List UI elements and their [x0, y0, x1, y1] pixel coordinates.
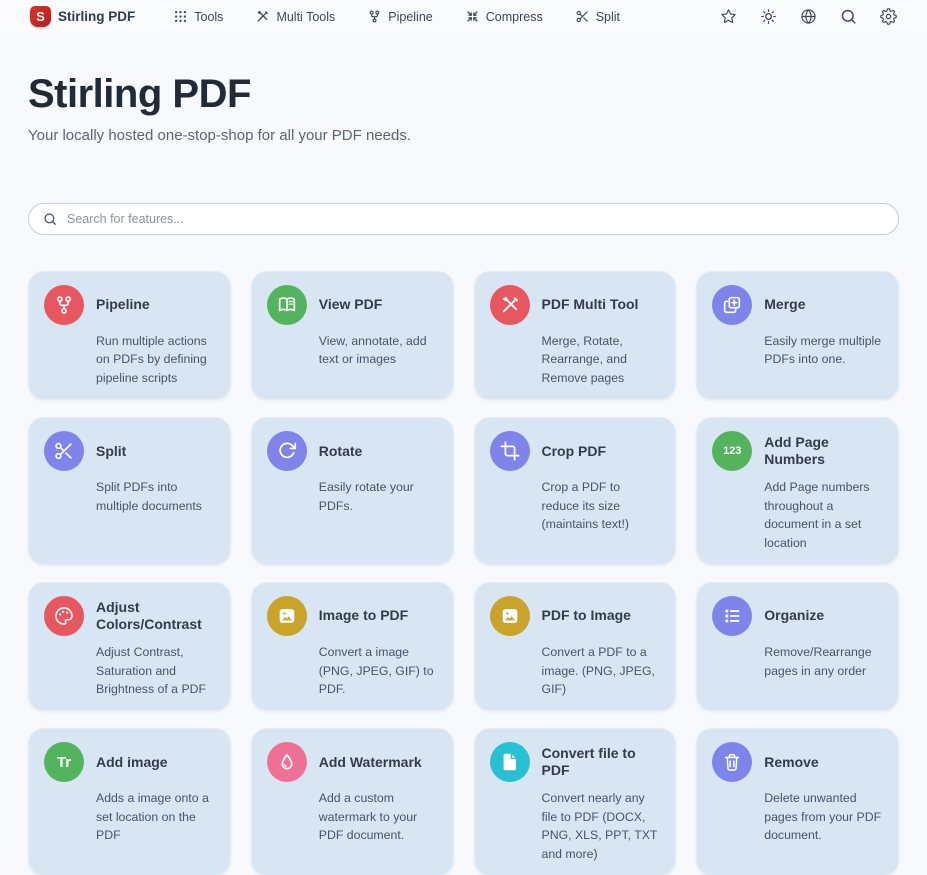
- card-pipeline[interactable]: Pipeline Run multiple actions on PDFs by…: [28, 271, 231, 400]
- feature-card-title: Merge: [764, 296, 883, 314]
- feature-card-title: Convert file to PDF: [542, 745, 661, 780]
- feature-card-description: Remove/Rearrange pages in any order: [764, 643, 883, 680]
- nav-item-multi-tools[interactable]: Multi Tools: [255, 9, 335, 24]
- card-convert-file-to-pdf[interactable]: Convert file to PDF Convert nearly any f…: [474, 728, 677, 875]
- palette-icon: [44, 596, 84, 636]
- card-add-page-numbers[interactable]: 123 Add Page Numbers Add Page numbers th…: [696, 417, 899, 565]
- nav-menu: Tools Multi Tools Pipeline Compress Spli…: [173, 9, 620, 24]
- stirling-logo-icon: S: [30, 6, 51, 27]
- card-image-to-pdf[interactable]: Image to PDF Convert a image (PNG, JPEG,…: [251, 582, 454, 711]
- search-icon: [43, 212, 57, 226]
- feature-card-description: View, annotate, add text or images: [319, 332, 438, 369]
- feature-card-description: Delete unwanted pages from your PDF docu…: [764, 789, 883, 844]
- feature-card-title: Add Page Numbers: [764, 434, 883, 469]
- card-crop-pdf[interactable]: Crop PDF Crop a PDF to reduce its size (…: [474, 417, 677, 565]
- feature-card-description: Easily rotate your PDFs.: [319, 478, 438, 515]
- card-add-watermark[interactable]: Add Watermark Add a custom watermark to …: [251, 728, 454, 875]
- top-navbar: S Stirling PDF Tools Multi Tools Pipelin…: [0, 0, 927, 33]
- nav-item-pipeline[interactable]: Pipeline: [367, 9, 432, 24]
- nav-item-label: Multi Tools: [276, 10, 335, 24]
- language-globe-icon[interactable]: [800, 8, 817, 25]
- feature-card-description: Add a custom watermark to your PDF docum…: [319, 789, 438, 844]
- card-split[interactable]: Split Split PDFs into multiple documents: [28, 417, 231, 565]
- list-icon: [712, 596, 752, 636]
- card-pdf-to-image[interactable]: PDF to Image Convert a PDF to a image. (…: [474, 582, 677, 711]
- card-organize[interactable]: Organize Remove/Rearrange pages in any o…: [696, 582, 899, 711]
- brand-name: Stirling PDF: [58, 9, 135, 24]
- hammer-wrench-icon: [255, 9, 270, 24]
- nav-item-split[interactable]: Split: [575, 9, 620, 24]
- nav-action-icons: [720, 8, 897, 25]
- feature-card-grid: Pipeline Run multiple actions on PDFs by…: [28, 271, 899, 875]
- trash-icon: [712, 742, 752, 782]
- nav-item-compress[interactable]: Compress: [465, 9, 543, 24]
- scissors-icon: [575, 9, 590, 24]
- nav-item-label: Tools: [194, 10, 223, 24]
- numbers-123-icon: 123: [712, 431, 752, 471]
- scissors-icon: [44, 431, 84, 471]
- book-open-icon: [267, 285, 307, 325]
- card-rotate[interactable]: Rotate Easily rotate your PDFs.: [251, 417, 454, 565]
- favourites-star-icon[interactable]: [720, 8, 737, 25]
- image-icon: [267, 596, 307, 636]
- feature-card-title: PDF Multi Tool: [542, 296, 661, 314]
- nav-item-label: Pipeline: [388, 10, 432, 24]
- card-adjust-colors-contrast[interactable]: Adjust Colors/Contrast Adjust Contrast, …: [28, 582, 231, 711]
- feature-card-title: Crop PDF: [542, 443, 661, 461]
- nav-item-tools[interactable]: Tools: [173, 9, 223, 24]
- feature-card-description: Split PDFs into multiple documents: [96, 478, 215, 515]
- crop-icon: [490, 431, 530, 471]
- feature-card-description: Convert a PDF to a image. (PNG, JPEG, GI…: [542, 643, 661, 698]
- settings-gear-icon[interactable]: [880, 8, 897, 25]
- feature-card-description: Adds a image onto a set location on the …: [96, 789, 215, 844]
- feature-card-description: Add Page numbers throughout a document i…: [764, 478, 883, 552]
- nav-item-label: Split: [596, 10, 620, 24]
- feature-card-title: Rotate: [319, 443, 438, 461]
- feature-card-title: Add image: [96, 754, 215, 772]
- main-content: Stirling PDF Your locally hosted one-sto…: [0, 72, 927, 875]
- compress-icon: [465, 9, 480, 24]
- nav-item-label: Compress: [486, 10, 543, 24]
- theme-sun-icon[interactable]: [760, 8, 777, 25]
- card-remove[interactable]: Remove Delete unwanted pages from your P…: [696, 728, 899, 875]
- pipeline-icon: [367, 9, 382, 24]
- file-icon: [490, 742, 530, 782]
- page-subtitle: Your locally hosted one-stop-shop for al…: [28, 127, 899, 144]
- feature-card-description: Merge, Rotate, Rearrange, and Remove pag…: [542, 332, 661, 387]
- card-view-pdf[interactable]: View PDF View, annotate, add text or ima…: [251, 271, 454, 400]
- feature-card-description: Convert a image (PNG, JPEG, GIF) to PDF.: [319, 643, 438, 698]
- feature-card-title: Image to PDF: [319, 607, 438, 625]
- feature-card-title: PDF to Image: [542, 607, 661, 625]
- feature-card-title: Pipeline: [96, 296, 215, 314]
- brand-home-link[interactable]: S Stirling PDF: [30, 6, 135, 27]
- image-icon: [490, 596, 530, 636]
- pipeline-icon: [44, 285, 84, 325]
- hammer-wrench-icon: [490, 285, 530, 325]
- feature-card-description: Easily merge multiple PDFs into one.: [764, 332, 883, 369]
- feature-search-input[interactable]: [67, 212, 884, 226]
- droplet-icon: [267, 742, 307, 782]
- feature-card-title: Adjust Colors/Contrast: [96, 599, 215, 634]
- page-title: Stirling PDF: [28, 72, 899, 117]
- apps-grid-icon: [173, 9, 188, 24]
- feature-card-title: View PDF: [319, 296, 438, 314]
- card-merge[interactable]: Merge Easily merge multiple PDFs into on…: [696, 271, 899, 400]
- feature-card-description: Adjust Contrast, Saturation and Brightne…: [96, 643, 215, 698]
- card-add-image[interactable]: Tr Add image Adds a image onto a set loc…: [28, 728, 231, 875]
- card-pdf-multi-tool[interactable]: PDF Multi Tool Merge, Rotate, Rearrange,…: [474, 271, 677, 400]
- feature-card-description: Convert nearly any file to PDF (DOCX, PN…: [542, 789, 661, 863]
- feature-card-description: Crop a PDF to reduce its size (maintains…: [542, 478, 661, 533]
- feature-card-title: Split: [96, 443, 215, 461]
- text-tr-icon: Tr: [44, 742, 84, 782]
- feature-card-title: Organize: [764, 607, 883, 625]
- search-icon[interactable]: [840, 8, 857, 25]
- rotate-icon: [267, 431, 307, 471]
- feature-card-description: Run multiple actions on PDFs by defining…: [96, 332, 215, 387]
- feature-card-title: Remove: [764, 754, 883, 772]
- merge-icon: [712, 285, 752, 325]
- feature-card-title: Add Watermark: [319, 754, 438, 772]
- feature-search-bar[interactable]: [28, 203, 899, 235]
